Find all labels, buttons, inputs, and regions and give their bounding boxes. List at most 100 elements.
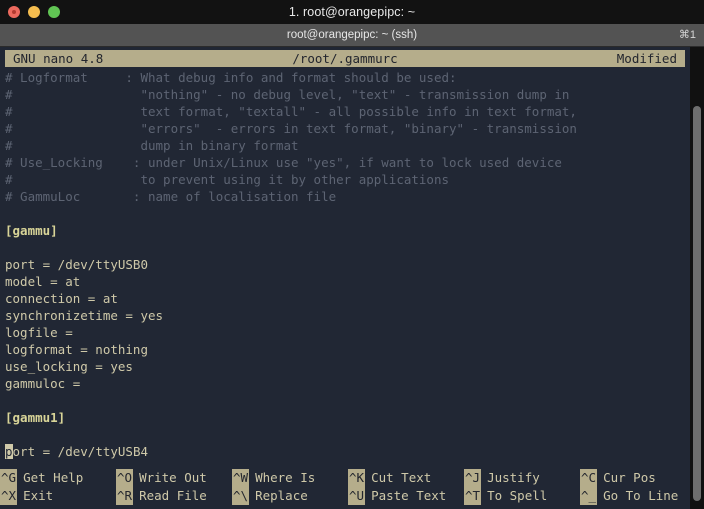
- config-line-text: gammuloc =: [5, 376, 81, 391]
- tab-bar: root@orangepipc: ~ (ssh) ⌘1: [0, 24, 704, 47]
- nano-shortcut[interactable]: ^K Cut Text: [348, 469, 464, 487]
- editor-line: # to prevent using it by other applicati…: [5, 171, 681, 188]
- nano-shortcut-label: Paste Text: [371, 488, 447, 503]
- nano-modified-status: Modified: [616, 51, 677, 66]
- nano-shortcut-key: ^T: [464, 487, 482, 505]
- nano-shortcut[interactable]: ^_ Go To Line: [580, 487, 690, 505]
- nano-shortcut-key: ^W: [232, 469, 250, 487]
- comment-text: # dump in binary format: [5, 138, 299, 153]
- minimize-window-button[interactable]: [28, 6, 40, 18]
- comment-text: # GammuLoc : name of localisation file: [5, 189, 337, 204]
- nano-shortcut-key: ^J: [464, 469, 482, 487]
- editor-line: # Logformat : What debug info and format…: [5, 69, 681, 86]
- nano-shortcut-label: Exit: [23, 488, 54, 503]
- nano-shortcut-row-1: ^G Get Help ^O Write Out ^W Where Is ^K Cut Tex…: [0, 469, 690, 487]
- comment-text: # text format, "textall" - all possible …: [5, 104, 577, 119]
- nano-text-area[interactable]: # Logformat : What debug info and format…: [5, 69, 681, 472]
- comment-text: # Use_Locking : under Unix/Linux use "ye…: [5, 155, 562, 170]
- config-line-text: logformat = nothing: [5, 342, 148, 357]
- text-cursor: p: [5, 444, 13, 459]
- nano-shortcut-label: Go To Line: [603, 488, 679, 503]
- nano-title-bar: GNU nano 4.8 /root/.gammurc Modified: [5, 50, 685, 67]
- comment-text: # "nothing" - no debug level, "text" - t…: [5, 87, 570, 102]
- editor-line: gammuloc =: [5, 375, 681, 392]
- section-header-text: [gammu]: [5, 223, 58, 238]
- editor-line: logfile =: [5, 324, 681, 341]
- comment-text: # Logformat : What debug info and format…: [5, 70, 457, 85]
- editor-line: synchronizetime = yes: [5, 307, 681, 324]
- editor-line: port = /dev/ttyUSB0: [5, 256, 681, 273]
- tab-shortcut-label: ⌘1: [678, 29, 696, 41]
- nano-shortcut-key: ^O: [116, 469, 134, 487]
- editor-line: model = at: [5, 273, 681, 290]
- nano-shortcut-label: Read File: [139, 488, 207, 503]
- editor-line: [gammu1]: [5, 409, 681, 426]
- nano-shortcut[interactable]: ^T To Spell: [464, 487, 580, 505]
- nano-shortcut-label: Cut Text: [371, 470, 432, 485]
- nano-shortcut[interactable]: ^G Get Help: [0, 469, 116, 487]
- editor-line: use_locking = yes: [5, 358, 681, 375]
- nano-shortcut-key: ^C: [580, 469, 598, 487]
- editor-line: # "errors" - errors in text format, "bin…: [5, 120, 681, 137]
- nano-shortcut-key: ^G: [0, 469, 18, 487]
- nano-shortcut-key: ^_: [580, 487, 598, 505]
- nano-shortcut[interactable]: ^W Where Is: [232, 469, 348, 487]
- comment-text: # "errors" - errors in text format, "bin…: [5, 121, 577, 136]
- nano-shortcut-label: Where Is: [255, 470, 316, 485]
- editor-line: # dump in binary format: [5, 137, 681, 154]
- config-line-text: port = /dev/ttyUSB0: [5, 257, 148, 272]
- nano-shortcut[interactable]: ^\ Replace: [232, 487, 348, 505]
- editor-line: # GammuLoc : name of localisation file: [5, 188, 681, 205]
- nano-shortcut[interactable]: ^R Read File: [116, 487, 232, 505]
- nano-shortcut-label: To Spell: [487, 488, 548, 503]
- config-line-text: model = at: [5, 274, 81, 289]
- maximize-window-button[interactable]: [48, 6, 60, 18]
- nano-filename-label: /root/.gammurc: [292, 51, 398, 66]
- nano-shortcut-label: Get Help: [23, 470, 84, 485]
- config-line-text: synchronizetime = yes: [5, 308, 164, 323]
- config-line-text: logfile =: [5, 325, 73, 340]
- nano-shortcut-key: ^R: [116, 487, 134, 505]
- editor-line: logformat = nothing: [5, 341, 681, 358]
- terminal-body[interactable]: GNU nano 4.8 /root/.gammurc Modified # L…: [0, 47, 704, 509]
- window-title: 1. root@orangepipc: ~: [288, 5, 416, 19]
- config-line-text: ort = /dev/ttyUSB4: [12, 444, 148, 459]
- section-header-text: [gammu1]: [5, 410, 66, 425]
- window-traffic-lights: [8, 0, 60, 24]
- tab-session-title[interactable]: root@orangepipc: ~ (ssh): [287, 29, 417, 41]
- nano-shortcut-key: ^\: [232, 487, 250, 505]
- config-line-text: connection = at: [5, 291, 118, 306]
- terminal-scrollbar[interactable]: [690, 47, 704, 509]
- terminal-scrollbar-thumb[interactable]: [693, 106, 701, 501]
- close-window-button[interactable]: [8, 6, 20, 18]
- editor-line: port = /dev/ttyUSB4: [5, 443, 681, 460]
- nano-shortcut-key: ^U: [348, 487, 366, 505]
- nano-shortcut-key: ^X: [0, 487, 18, 505]
- nano-shortcut[interactable]: ^C Cur Pos: [580, 469, 690, 487]
- nano-shortcut[interactable]: ^O Write Out: [116, 469, 232, 487]
- editor-line: # "nothing" - no debug level, "text" - t…: [5, 86, 681, 103]
- editor-line: connection = at: [5, 290, 681, 307]
- config-line-text: use_locking = yes: [5, 359, 133, 374]
- nano-shortcut[interactable]: ^X Exit: [0, 487, 116, 505]
- nano-shortcut[interactable]: ^J Justify: [464, 469, 580, 487]
- editor-line: [gammu]: [5, 222, 681, 239]
- editor-line: # text format, "textall" - all possible …: [5, 103, 681, 120]
- nano-shortcut-label: Cur Pos: [603, 470, 656, 485]
- nano-shortcut-label: Replace: [255, 488, 308, 503]
- comment-text: # to prevent using it by other applicati…: [5, 172, 450, 187]
- window-titlebar: 1. root@orangepipc: ~: [0, 0, 704, 24]
- nano-shortcut-row-2: ^X Exit ^R Read File ^\ Replace ^U Paste Text ^T…: [0, 487, 690, 505]
- nano-shortcut[interactable]: ^U Paste Text: [348, 487, 464, 505]
- terminal-window: 1. root@orangepipc: ~ root@orangepipc: ~…: [0, 0, 704, 509]
- nano-shortcut-label: Justify: [487, 470, 540, 485]
- nano-shortcut-label: Write Out: [139, 470, 207, 485]
- nano-editor[interactable]: GNU nano 4.8 /root/.gammurc Modified # L…: [0, 47, 690, 509]
- nano-shortcut-key: ^K: [348, 469, 366, 487]
- editor-line: # Use_Locking : under Unix/Linux use "ye…: [5, 154, 681, 171]
- nano-shortcut-bar: ^G Get Help ^O Write Out ^W Where Is ^K Cut Tex…: [0, 469, 690, 505]
